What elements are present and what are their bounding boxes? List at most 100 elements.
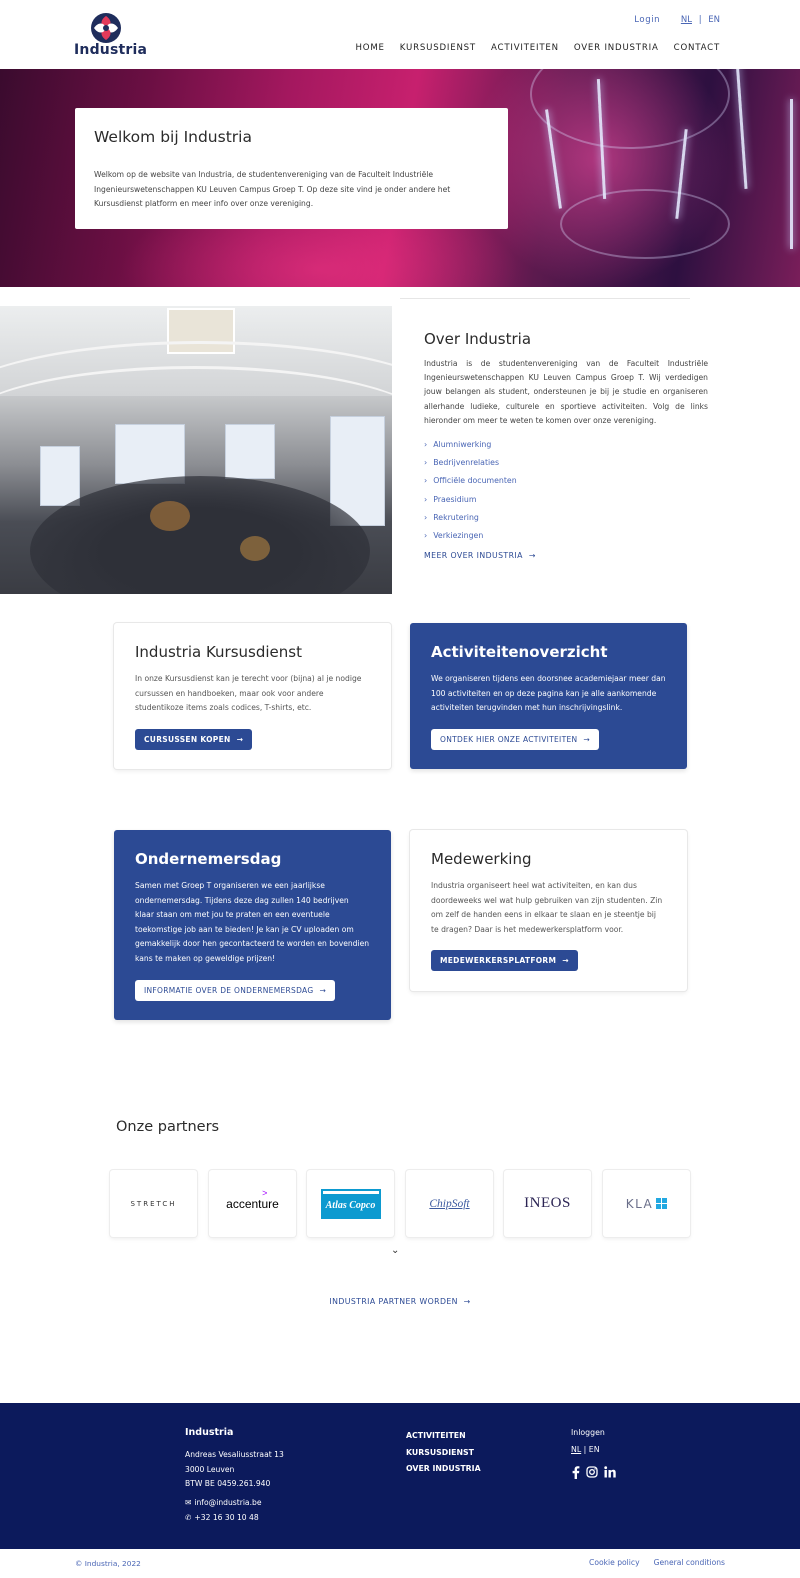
facebook-icon[interactable] <box>571 1466 580 1479</box>
link-officiele-documenten[interactable]: › Officiële documenten <box>424 472 708 490</box>
about-text: Industria is de studentenvereniging van … <box>424 359 708 425</box>
link-bedrijvenrelaties[interactable]: › Bedrijvenrelaties <box>424 453 708 471</box>
login-link[interactable]: Login <box>634 15 660 25</box>
footer-lang-sep: | <box>583 1445 587 1454</box>
about-link-label: Praesidium <box>433 494 477 504</box>
top-links: Login NL | EN <box>630 15 720 25</box>
medewerkersplatform-button[interactable]: MEDEWERKERSPLATFORM → <box>431 950 578 972</box>
photo-stand <box>115 424 185 484</box>
kla-logo-text: KLA <box>625 1196 654 1211</box>
chevron-right-icon: › <box>424 476 428 486</box>
accenture-logo: > accenture <box>226 1188 279 1211</box>
footer-nav: ACTIVITEITEN KURSUSDIENST OVER INDUSTRIA <box>406 1428 481 1478</box>
site-header: Industria Login NL | EN HOME KURSUSDIENS… <box>0 0 800 69</box>
activiteiten-title: Activiteitenoverzicht <box>431 643 608 661</box>
link-alumniwerking[interactable]: › Alumniwerking <box>424 435 708 453</box>
about-links: › Alumniwerking › Bedrijvenrelaties › Offic… <box>424 435 708 545</box>
arrow-right-icon: → <box>528 550 536 560</box>
footer-link-kursusdienst[interactable]: KURSUSDIENST <box>406 1445 481 1462</box>
chevron-down-icon[interactable]: ⌄ <box>391 1245 399 1256</box>
partner-logo-atlas-copco[interactable]: Atlas Copco <box>307 1170 394 1237</box>
industria-logo[interactable]: Industria <box>74 12 147 58</box>
discover-activities-label: ONTDEK HIER ONZE ACTIVITEITEN <box>440 734 578 744</box>
ondernemersdag-info-button[interactable]: INFORMATIE OVER DE ONDERNEMERSDAG → <box>135 979 336 1001</box>
arrow-right-icon: → <box>460 1297 471 1306</box>
nav-activiteiten[interactable]: ACTIVITEITEN <box>491 43 559 53</box>
lang-en-link[interactable]: EN <box>708 15 720 25</box>
logo-mark-icon <box>91 13 121 43</box>
stretch-logo: STRETCH <box>130 1199 177 1208</box>
more-about-link[interactable]: MEER OVER INDUSTRIA → <box>424 551 708 560</box>
footer-lang-nl[interactable]: NL <box>571 1445 581 1454</box>
medewerking-text: Industria organiseert heel wat activitei… <box>431 881 663 934</box>
about-link-label: Alumniwerking <box>433 439 492 449</box>
chevron-right-icon: › <box>424 494 428 504</box>
partner-logo-chipsoft[interactable]: ChipSoft <box>406 1170 493 1237</box>
partner-logo-ineos[interactable]: INEOS <box>504 1170 591 1237</box>
link-praesidium[interactable]: › Praesidium <box>424 490 708 508</box>
footer-lang-en[interactable]: EN <box>589 1445 600 1454</box>
photo-stand <box>40 446 80 506</box>
footer-lang-switch: NL | EN <box>571 1445 616 1454</box>
chevron-right-icon: › <box>424 512 428 522</box>
photo-crowd <box>150 501 190 531</box>
cookie-policy-link[interactable]: Cookie policy <box>589 1558 640 1567</box>
footer-email[interactable]: ✉ info@industria.be <box>185 1498 284 1507</box>
nav-kursusdienst[interactable]: KURSUSDIENST <box>400 43 476 53</box>
about-link-label: Officiële documenten <box>433 476 517 486</box>
hero-light-tube <box>790 99 793 249</box>
become-partner-link[interactable]: INDUSTRIA PARTNER WORDEN → <box>0 1297 800 1306</box>
chevron-right-icon: › <box>424 439 428 449</box>
linkedin-icon[interactable] <box>604 1466 616 1478</box>
link-verkiezingen[interactable]: › Verkiezingen <box>424 527 708 545</box>
kla-logo: KLA <box>626 1197 668 1211</box>
ineos-logo: INEOS <box>524 1195 571 1211</box>
kursusdienst-title: Industria Kursusdienst <box>135 643 302 661</box>
welcome-card: Welkom bij Industria Welkom op de websit… <box>75 108 508 229</box>
hero-light-ring <box>560 189 730 259</box>
partner-logo-kla[interactable]: KLA <box>603 1170 690 1237</box>
accenture-logo-text: accenture <box>226 1196 279 1211</box>
footer-link-over-industria[interactable]: OVER INDUSTRIA <box>406 1461 481 1478</box>
about-link-label: Verkiezingen <box>433 531 484 541</box>
medewerking-title: Medewerking <box>431 850 532 868</box>
become-partner-label: INDUSTRIA PARTNER WORDEN <box>329 1297 458 1306</box>
footer-account: Inloggen NL | EN <box>571 1428 616 1479</box>
chevron-right-icon: › <box>424 457 428 467</box>
nav-contact[interactable]: CONTACT <box>674 43 720 53</box>
phone-icon: ✆ <box>185 1512 192 1522</box>
social-links <box>571 1466 616 1479</box>
ondernemersdag-text: Samen met Groep T organiseren we een jaa… <box>135 881 370 963</box>
partner-logo-stretch[interactable]: STRETCH <box>110 1170 197 1237</box>
medewerking-card: Medewerking Industria organiseert heel w… <box>410 830 687 991</box>
instagram-icon[interactable] <box>586 1466 598 1478</box>
chipsoft-logo: ChipSoft <box>429 1197 470 1210</box>
about-link-label: Bedrijvenrelaties <box>433 457 500 467</box>
kla-square-icon <box>656 1198 668 1209</box>
general-conditions-link[interactable]: General conditions <box>654 1558 725 1567</box>
footer-login-link[interactable]: Inloggen <box>571 1428 616 1437</box>
lang-nl-link[interactable]: NL <box>681 15 692 25</box>
footer-contact: Industria Andreas Vesaliusstraat 13 3000… <box>185 1427 284 1522</box>
welcome-title: Welkom bij Industria <box>94 128 252 146</box>
footer-email-text: info@industria.be <box>194 1497 262 1507</box>
buy-courses-button[interactable]: CURSUSSEN KOPEN → <box>135 728 253 750</box>
partner-logo-accenture[interactable]: > accenture <box>209 1170 296 1237</box>
nav-home[interactable]: HOME <box>356 43 385 53</box>
discover-activities-button[interactable]: ONTDEK HIER ONZE ACTIVITEITEN → <box>431 728 599 750</box>
link-rekrutering[interactable]: › Rekrutering <box>424 508 708 526</box>
about-title: Over Industria <box>424 330 532 348</box>
about-link-label: Rekrutering <box>433 512 479 522</box>
activiteiten-card: Activiteitenoverzicht We organiseren tij… <box>410 623 687 769</box>
photo-stand <box>225 424 275 479</box>
footer-phone[interactable]: ✆ +32 16 30 10 48 <box>185 1513 284 1522</box>
medewerkersplatform-label: MEDEWERKERSPLATFORM <box>440 956 557 966</box>
arrow-right-icon: → <box>236 734 244 744</box>
footer-org-name: Industria <box>185 1427 234 1438</box>
nav-over-industria[interactable]: OVER INDUSTRIA <box>574 43 659 53</box>
arrow-right-icon: → <box>583 734 590 744</box>
footer-link-activiteiten[interactable]: ACTIVITEITEN <box>406 1428 481 1445</box>
logo-text: Industria <box>74 42 148 58</box>
welcome-text: Welkom op de website van Industria, de s… <box>94 170 451 208</box>
envelope-icon: ✉ <box>185 1497 192 1507</box>
